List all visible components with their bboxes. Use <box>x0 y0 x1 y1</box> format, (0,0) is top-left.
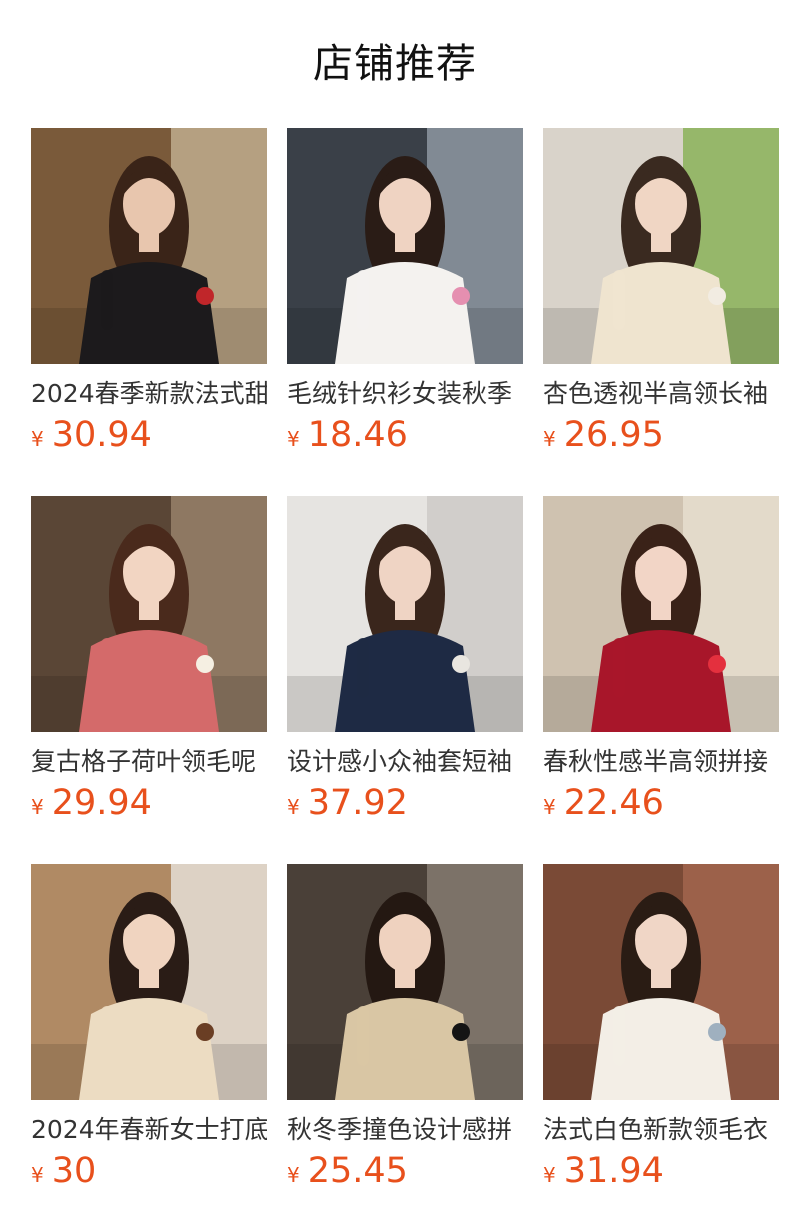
currency-symbol: ¥ <box>31 427 44 451</box>
currency-symbol: ¥ <box>543 795 556 819</box>
product-name[interactable]: 春秋性感半高领拼接 <box>543 744 779 780</box>
product-name[interactable]: 秋冬季撞色设计感拼 <box>287 1112 523 1148</box>
product-price: 26.95 <box>563 415 664 455</box>
price-row: ¥31.94 <box>543 1151 779 1191</box>
product-grid: 2024春季新款法式甜 ¥30.94 毛绒针织衫女装秋季 ¥18.46 杏色透视… <box>31 128 779 1232</box>
currency-symbol: ¥ <box>287 427 300 451</box>
woman-white-crop-top-phone-photo[interactable] <box>287 128 523 364</box>
price-row: ¥18.46 <box>287 415 523 455</box>
product-price: 29.94 <box>51 783 152 823</box>
product-card[interactable]: 设计感小众袖套短袖 ¥37.92 <box>287 496 523 864</box>
price-row: ¥37.92 <box>287 783 523 823</box>
product-card[interactable]: 春秋性感半高领拼接 ¥22.46 <box>543 496 779 864</box>
product-name[interactable]: 毛绒针织衫女装秋季 <box>287 376 523 412</box>
price-row: ¥25.45 <box>287 1151 523 1191</box>
currency-symbol: ¥ <box>287 795 300 819</box>
price-row: ¥29.94 <box>31 783 267 823</box>
woman-black-sweater-red-beret-photo[interactable] <box>31 128 267 364</box>
product-card[interactable]: 杏色透视半高领长袖 ¥26.95 <box>543 128 779 496</box>
price-row: ¥26.95 <box>543 415 779 455</box>
currency-symbol: ¥ <box>31 1163 44 1187</box>
product-price: 25.45 <box>307 1151 408 1191</box>
woman-red-off-shoulder-fur-sweater-photo[interactable] <box>543 496 779 732</box>
product-name[interactable]: 杏色透视半高领长袖 <box>543 376 779 412</box>
product-name[interactable]: 2024春季新款法式甜 <box>31 376 267 412</box>
price-row: ¥30 <box>31 1151 267 1191</box>
product-price: 31.94 <box>563 1151 664 1191</box>
woman-cream-turtleneck-ribbed-photo[interactable] <box>31 864 267 1100</box>
product-price: 30.94 <box>51 415 152 455</box>
product-name[interactable]: 复古格子荷叶领毛呢 <box>31 744 267 780</box>
currency-symbol: ¥ <box>287 1163 300 1187</box>
page-title: 店铺推荐 <box>313 41 477 87</box>
price-row: ¥22.46 <box>543 783 779 823</box>
product-card[interactable]: 复古格子荷叶领毛呢 ¥29.94 <box>31 496 267 864</box>
product-price: 37.92 <box>307 783 408 823</box>
product-card[interactable]: 2024春季新款法式甜 ¥30.94 <box>31 128 267 496</box>
currency-symbol: ¥ <box>31 795 44 819</box>
product-card[interactable]: 毛绒针织衫女装秋季 ¥18.46 <box>287 128 523 496</box>
woman-beige-tweed-cardigan-pleated-skirt-photo[interactable] <box>287 864 523 1100</box>
currency-symbol: ¥ <box>543 1163 556 1187</box>
product-price: 30 <box>51 1151 97 1191</box>
woman-red-plaid-jacket-ruffle-collar-photo[interactable] <box>31 496 267 732</box>
product-name[interactable]: 法式白色新款领毛衣 <box>543 1112 779 1148</box>
product-card[interactable]: 2024年春新女士打底 ¥30 <box>31 864 267 1232</box>
currency-symbol: ¥ <box>543 427 556 451</box>
woman-white-sweater-jeans-mirror-photo[interactable] <box>543 864 779 1100</box>
product-name[interactable]: 设计感小众袖套短袖 <box>287 744 523 780</box>
product-price: 18.46 <box>307 415 408 455</box>
product-name[interactable]: 2024年春新女士打底 <box>31 1112 267 1148</box>
woman-navy-knit-sweater-beanie-photo[interactable] <box>287 496 523 732</box>
product-card[interactable]: 秋冬季撞色设计感拼 ¥25.45 <box>287 864 523 1232</box>
product-price: 22.46 <box>563 783 664 823</box>
woman-cream-knit-bear-hat-photo[interactable] <box>543 128 779 364</box>
price-row: ¥30.94 <box>31 415 267 455</box>
product-card[interactable]: 法式白色新款领毛衣 ¥31.94 <box>543 864 779 1232</box>
